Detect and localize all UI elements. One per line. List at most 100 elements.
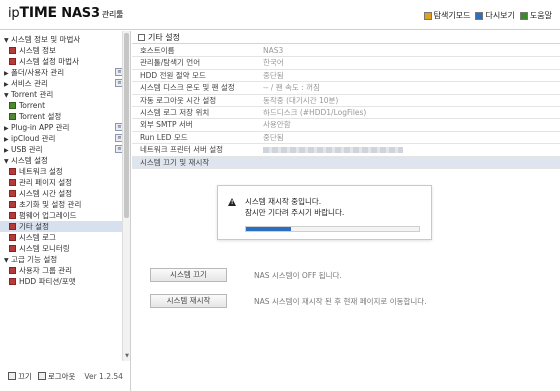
settings-row[interactable]: HDD 전원 절약 모드 중단됨 (132, 70, 560, 83)
restart-row: 시스템 재시작 NAS 시스템이 재시작 된 후 현재 페이지로 이동합니다. (150, 294, 427, 308)
sidebar-group[interactable]: ▼ 시스템 정보 및 마법사 (0, 34, 130, 45)
settings-row[interactable]: 네트워크 프린터 서버 설정 (132, 144, 560, 157)
logo-ip: ip (8, 6, 20, 21)
redacted-printer-value (263, 147, 403, 154)
sidebar-item-label: Plug-in APP 관리 (11, 123, 70, 132)
restart-button[interactable]: 시스템 재시작 (150, 294, 227, 308)
sidebar-item-label: HDD 파티션/포맷 (19, 277, 76, 286)
restart-description: NAS 시스템이 재시작 된 후 현재 페이지로 이동합니다. (254, 296, 427, 306)
sidebar-item-label: Torrent (19, 101, 46, 110)
sidebar-group[interactable]: ▼ 고급 기능 설정 (0, 254, 130, 265)
sidebar-group[interactable]: ▶ 서비스 관리 ≡ (0, 78, 130, 89)
sidebar-item-label: 사용자 그룹 관리 (19, 266, 73, 275)
sidebar-item[interactable]: Torrent (0, 100, 130, 111)
settings-row[interactable]: 시스템 끄기 및 재시작 (132, 156, 560, 169)
sidebar-item-label: 관리 페이지 설정 (19, 178, 73, 187)
setting-key: Run LED 모드 (140, 132, 188, 142)
page-icon (9, 278, 16, 285)
setting-value: 하드디스크 (#HDD1/LogFiles) (263, 107, 367, 117)
sidebar-item-label: 시스템 모니터링 (19, 244, 70, 253)
explorer-mode-label: 탐색기모드 (433, 11, 471, 20)
settings-row[interactable]: 시스템 디스크 온도 및 팬 설정 -- / 팬 속도 : 꺼짐 (132, 82, 560, 95)
sidebar-item-label: 고급 기능 설정 (11, 255, 58, 264)
sidebar-item-label: 기타 설정 (19, 222, 49, 231)
sidebar-item[interactable]: 시스템 정보 (0, 45, 130, 56)
sidebar-scrollbar[interactable]: ▼ (122, 31, 130, 361)
scroll-down-icon[interactable]: ▼ (123, 353, 130, 359)
settings-row[interactable]: Run LED 모드 중단됨 (132, 132, 560, 145)
setting-key: 자동 로그아웃 시간 설정 (140, 95, 217, 105)
logout-button[interactable]: 로그아웃 (37, 371, 76, 382)
shutdown-button[interactable]: 시스템 끄기 (150, 268, 227, 282)
sidebar-item[interactable]: 시스템 모니터링 (0, 243, 130, 254)
setting-key: 외부 SMTP 서버 (140, 120, 193, 130)
setting-value: 중단됨 (263, 132, 284, 142)
page-icon (9, 102, 16, 109)
setting-key: 시스템 로그 저장 위치 (140, 107, 210, 117)
section-title: 기타 설정 (148, 33, 180, 42)
page-icon (9, 168, 16, 175)
scrollbar-thumb[interactable] (124, 33, 129, 218)
sidebar-group[interactable]: ▶ Plug-in APP 관리 ≡ (0, 122, 130, 133)
sidebar-item[interactable]: 기타 설정 (0, 221, 130, 232)
settings-row[interactable]: 관리툴/탐색기 언어 한국어 (132, 57, 560, 70)
power-off-label: 끄기 (18, 371, 32, 381)
logout-label: 로그아웃 (47, 371, 76, 381)
header-links: 탐색기모드 다시보기 도움말 (423, 10, 552, 21)
sidebar-item[interactable]: 시스템 시간 설정 (0, 188, 130, 199)
sidebar-item-label: 초기화 및 설정 관리 (19, 200, 82, 209)
setting-value: 동작중 (대기시간 10분) (263, 95, 339, 105)
page-icon (9, 245, 16, 252)
sidebar-item-label: 네트워크 설정 (19, 167, 63, 176)
settings-row[interactable]: 자동 로그아웃 시간 설정 동작중 (대기시간 10분) (132, 95, 560, 107)
sidebar-item[interactable]: 사용자 그룹 관리 (0, 265, 130, 276)
sidebar-group[interactable]: ▼ Torrent 관리 (0, 89, 130, 100)
power-off-button[interactable]: 끄기 (8, 371, 32, 382)
page-icon (9, 223, 16, 230)
sidebar-item[interactable]: HDD 파티션/포맷 (0, 276, 130, 287)
sidebar-group[interactable]: ▶ 폴더/사용자 관리 ≡ (0, 67, 130, 78)
settings-row[interactable]: 외부 SMTP 서버 사용안함 (132, 119, 560, 132)
setting-value: -- / 팬 속도 : 꺼짐 (263, 83, 320, 93)
shutdown-description: NAS 시스템이 OFF 됩니다. (254, 270, 342, 280)
page-icon (9, 179, 16, 186)
sidebar-item[interactable]: Torrent 설정 (0, 111, 130, 122)
sidebar-item-label: USB 관리 (11, 145, 43, 154)
sidebar-item-label: 시스템 설정 마법사 (19, 57, 79, 66)
settings-row[interactable]: 호스트이름 NAS3 (132, 45, 560, 58)
sidebar-item[interactable]: 초기화 및 설정 관리 (0, 199, 130, 210)
reload-icon (475, 11, 484, 20)
sidebar-group[interactable]: ▶ ipCloud 관리 ≡ (0, 133, 130, 144)
explorer-mode-link[interactable]: 탐색기모드 (423, 10, 471, 21)
setting-key: HDD 전원 절약 모드 (140, 70, 206, 80)
sidebar-item-label: 펌웨어 업그레이드 (19, 211, 77, 220)
sidebar-item-label: 시스템 설정 (11, 156, 48, 165)
logo-suffix: 관리툴 (101, 10, 124, 19)
page-icon (9, 234, 16, 241)
setting-key: 시스템 끄기 및 재시작 (140, 157, 210, 167)
setting-value: 사용안함 (263, 120, 291, 130)
restart-progress-dialog: ! 시스템 재시작 중입니다. 잠시만 기다려 주시기 바랍니다. (217, 185, 432, 240)
sidebar-item[interactable]: 펌웨어 업그레이드 (0, 210, 130, 221)
dialog-message-line2: 잠시만 기다려 주시기 바랍니다. (245, 208, 345, 217)
settings-row[interactable]: 시스템 로그 저장 위치 하드디스크 (#HDD1/LogFiles) (132, 107, 560, 120)
page-icon (9, 58, 16, 65)
sidebar-item[interactable]: 네트워크 설정 (0, 166, 130, 177)
settings-table: 호스트이름 NAS3 관리툴/탐색기 언어 한국어 HDD 전원 절약 모드 중단됨 시스템… (132, 45, 560, 169)
sidebar-group[interactable]: ▶ USB 관리 ≡ (0, 144, 130, 155)
help-link[interactable]: 도움말 (519, 10, 552, 21)
sidebar-group[interactable]: ▼ 시스템 설정 (0, 155, 130, 166)
setting-key: 관리툴/탐색기 언어 (140, 58, 201, 68)
power-icon (8, 372, 16, 380)
help-icon (519, 11, 528, 20)
sidebar-item[interactable]: 시스템 로그 (0, 232, 130, 243)
sidebar-item[interactable]: 관리 페이지 설정 (0, 177, 130, 188)
sidebar-item-label: Torrent 설정 (19, 112, 62, 121)
page-icon (9, 201, 16, 208)
section-title-bar: 기타 설정 (132, 31, 560, 44)
progress-fill (246, 227, 291, 231)
reload-link[interactable]: 다시보기 (475, 10, 515, 21)
dialog-message-line1: 시스템 재시작 중입니다. (245, 197, 322, 206)
setting-value: NAS3 (263, 46, 284, 55)
sidebar-item[interactable]: 시스템 설정 마법사 (0, 56, 130, 67)
